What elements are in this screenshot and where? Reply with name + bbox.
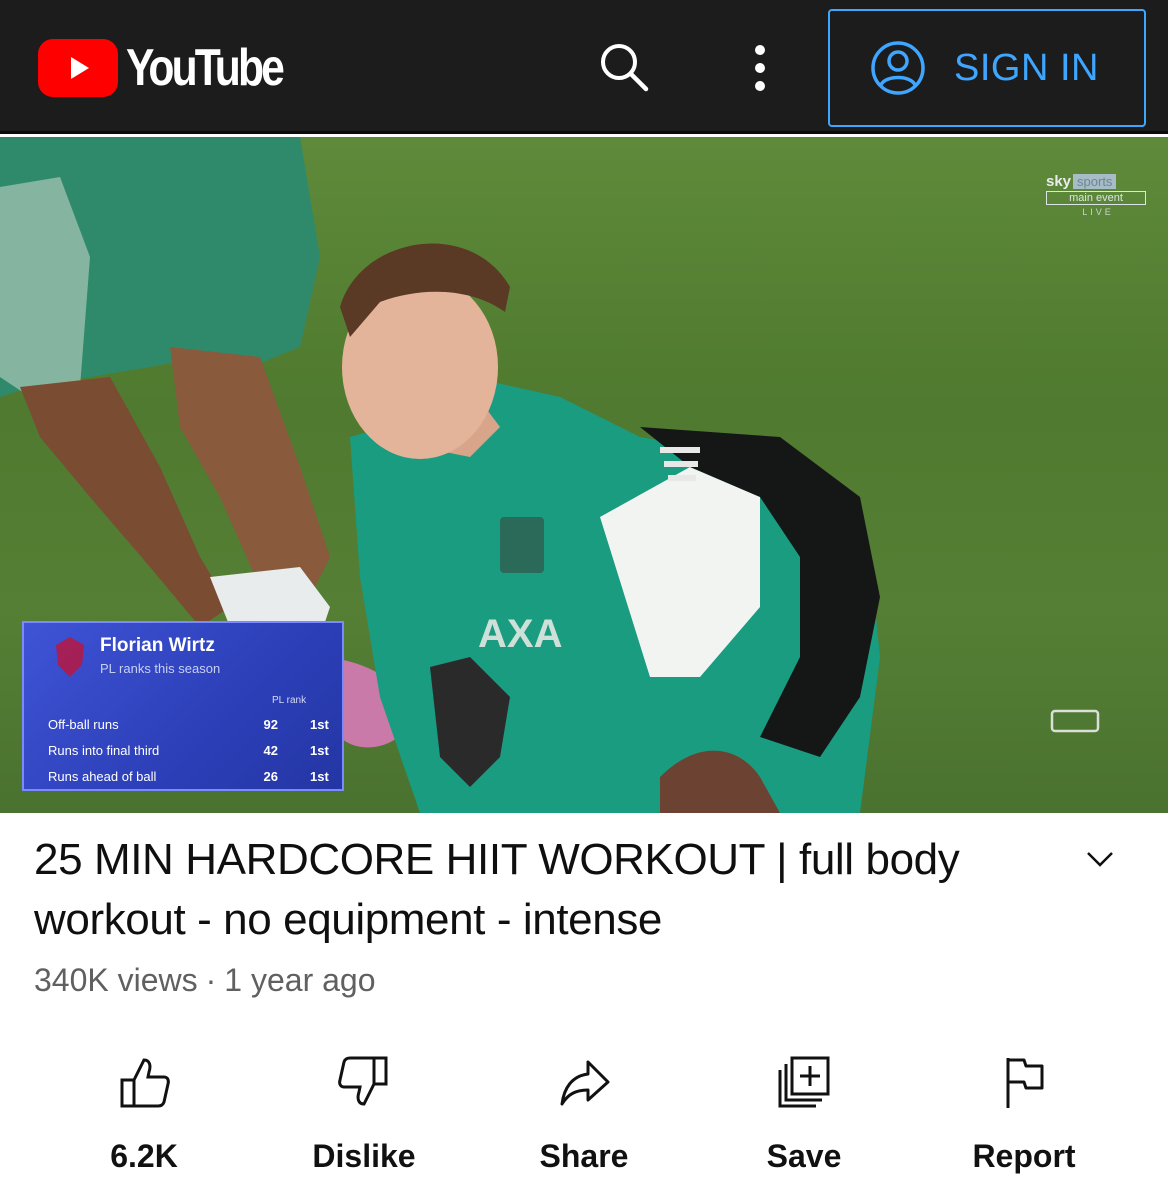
broadcaster-brand: sky bbox=[1046, 173, 1072, 190]
view-count: 340K views bbox=[34, 962, 198, 998]
youtube-play-icon bbox=[38, 39, 118, 97]
stat-label: Runs ahead of ball bbox=[48, 769, 157, 784]
add-to-playlist-icon bbox=[778, 1056, 830, 1108]
thumbs-up-icon bbox=[120, 1058, 170, 1108]
like-count: 6.2K bbox=[110, 1138, 178, 1174]
more-options-button[interactable] bbox=[740, 40, 780, 96]
upload-age: 1 year ago bbox=[224, 962, 376, 998]
stat-value: 42 bbox=[263, 743, 278, 758]
thumbs-down-icon bbox=[338, 1056, 388, 1106]
stat-value: 92 bbox=[263, 717, 278, 732]
share-label: Share bbox=[539, 1138, 629, 1174]
more-vertical-icon bbox=[755, 45, 765, 91]
search-icon bbox=[601, 44, 649, 92]
svg-text:AXA: AXA bbox=[478, 612, 562, 656]
top-app-bar: YouTube SIGN IN bbox=[0, 0, 1168, 134]
stat-value: 26 bbox=[263, 769, 278, 784]
video-player[interactable]: AXA sky sports main event LIVE Florian W… bbox=[0, 137, 1168, 813]
live-label: LIVE bbox=[1082, 207, 1114, 217]
player-name: Florian Wirtz bbox=[100, 635, 215, 656]
chevron-down-icon bbox=[1087, 852, 1113, 867]
meta-separator: · bbox=[205, 962, 217, 998]
like-button[interactable]: 6.2K bbox=[64, 1040, 224, 1180]
stat-rank: 1st bbox=[310, 717, 329, 732]
broadcaster-watermark: sky sports main event LIVE bbox=[1046, 173, 1150, 217]
rank-header: PL rank bbox=[272, 695, 307, 706]
share-icon bbox=[560, 1060, 610, 1106]
account-circle-icon bbox=[871, 41, 925, 95]
broadcaster-channel: sports bbox=[1073, 174, 1117, 189]
save-button[interactable]: Save bbox=[724, 1040, 884, 1180]
youtube-logo[interactable]: YouTube bbox=[38, 38, 316, 98]
player-stats-overlay: Florian Wirtz PL ranks this season PL ra… bbox=[22, 621, 344, 791]
stats-row: Runs ahead of ball 26 1st bbox=[48, 767, 338, 791]
cast-icon bbox=[1050, 709, 1100, 733]
stat-label: Runs into final third bbox=[48, 743, 160, 758]
dislike-label: Dislike bbox=[312, 1138, 416, 1174]
sign-in-label: SIGN IN bbox=[954, 46, 1099, 89]
action-bar: 6.2K Dislike Share Save Report bbox=[0, 1040, 1168, 1180]
stat-rank: 1st bbox=[310, 743, 329, 758]
report-label: Report bbox=[972, 1138, 1076, 1174]
search-button[interactable] bbox=[594, 38, 654, 98]
expand-description-button[interactable] bbox=[1082, 844, 1118, 874]
broadcaster-event: main event bbox=[1046, 191, 1146, 205]
report-button[interactable]: Report bbox=[944, 1040, 1104, 1180]
flag-icon bbox=[1006, 1058, 1044, 1108]
stat-label: Off-ball runs bbox=[48, 717, 119, 732]
save-label: Save bbox=[766, 1138, 842, 1174]
video-meta: 340K views · 1 year ago bbox=[34, 962, 376, 999]
youtube-wordmark: YouTube bbox=[126, 39, 285, 97]
share-button[interactable]: Share bbox=[504, 1040, 664, 1180]
stats-row: Off-ball runs 92 1st bbox=[48, 715, 338, 739]
dislike-button[interactable]: Dislike bbox=[284, 1040, 444, 1180]
club-crest-icon bbox=[56, 637, 84, 677]
stats-row: Runs into final third 42 1st bbox=[48, 741, 338, 765]
stats-subtitle: PL ranks this season bbox=[100, 661, 221, 676]
stat-rank: 1st bbox=[310, 769, 329, 784]
sign-in-button[interactable]: SIGN IN bbox=[828, 9, 1146, 127]
video-title[interactable]: 25 MIN HARDCORE HIIT WORKOUT | full body… bbox=[34, 830, 1074, 950]
